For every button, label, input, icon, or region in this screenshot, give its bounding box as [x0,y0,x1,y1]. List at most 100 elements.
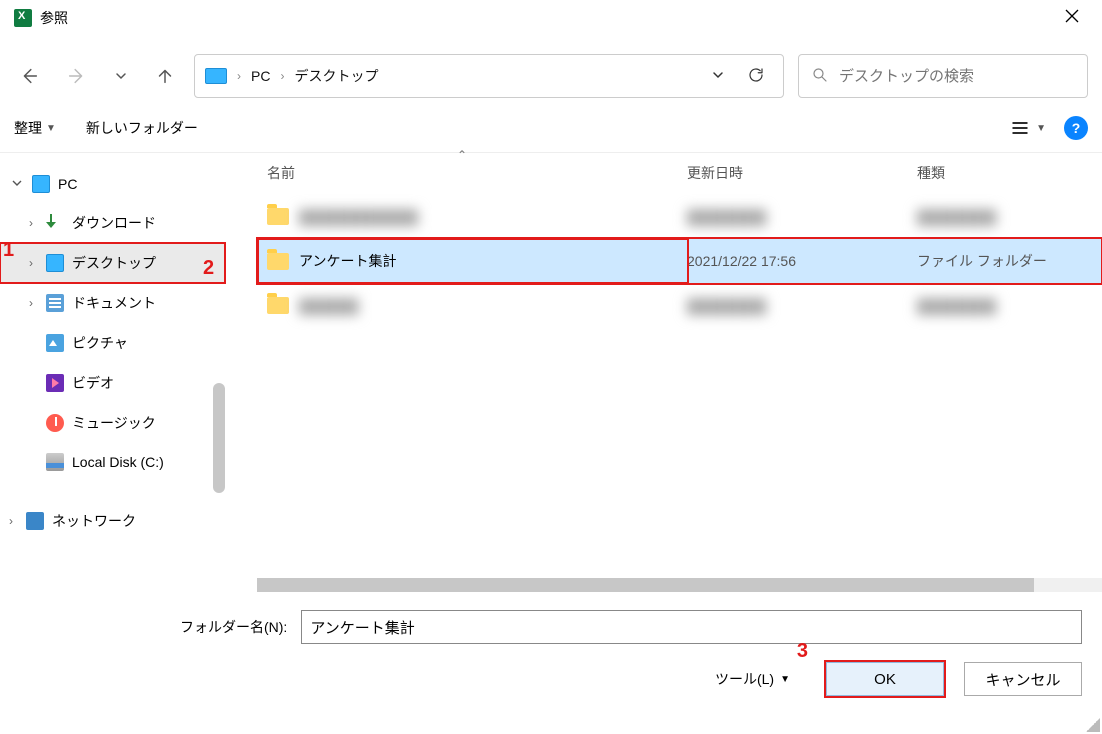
sidebar-item-label: ネットワーク [52,511,136,531]
sidebar-item-local-disk[interactable]: › Local Disk (C:) [0,443,225,481]
sidebar-item-desktop[interactable]: › デスクトップ [0,243,225,283]
column-header-type[interactable]: 種類 [917,163,1102,183]
tools-label: ツール(L) [715,669,774,689]
file-date: ████████ [687,298,917,314]
folder-icon [267,297,289,314]
chevron-down-icon: ▼ [780,674,790,685]
breadcrumb-sep-icon: › [280,69,284,83]
close-icon[interactable] [1056,4,1088,33]
sidebar-item-label: Local Disk (C:) [72,454,164,470]
ok-button[interactable]: OK [826,662,944,696]
annotation-3: 3 [797,640,808,663]
sidebar-item-videos[interactable]: › ビデオ [0,363,225,403]
footer: フォルダー名(N): 3 ツール(L) ▼ OK キャンセル [0,592,1102,706]
cancel-button[interactable]: キャンセル [964,662,1082,696]
nav-arrows [14,61,180,91]
file-type: ████████ [917,298,1102,314]
sidebar-item-label: ピクチャ [72,333,128,353]
search-box[interactable] [798,54,1088,98]
column-header-date[interactable]: 更新日時 [687,163,917,183]
file-type: ████████ [917,209,1102,225]
resize-grip-icon[interactable] [1086,718,1100,732]
address-bar[interactable]: › PC › デスクトップ [194,54,784,98]
sidebar-item-label: デスクトップ [72,253,156,273]
breadcrumb-sep-icon: › [237,69,241,83]
sidebar-item-label: ダウンロード [72,213,156,233]
title-bar: 参照 [0,0,1102,36]
organize-menu[interactable]: 整理 ▼ [14,118,56,138]
new-folder-label: 新しいフォルダー [86,118,198,138]
folder-name-input[interactable] [301,610,1082,644]
nav-recent-dropdown[interactable] [110,65,132,87]
sidebar-item-pictures[interactable]: › ピクチャ [0,323,225,363]
horizontal-scrollbar-thumb[interactable] [257,578,1034,592]
file-row-selected[interactable]: アンケート集計 2021/12/22 17:56 ファイル フォルダー [257,238,1102,284]
search-icon [811,66,829,87]
cancel-label: キャンセル [985,669,1060,690]
nav-row: › PC › デスクトップ [0,36,1102,108]
network-icon [26,512,44,530]
file-row-blurred[interactable]: ██████ ████████ ████████ [257,284,1102,327]
pc-icon [32,175,50,193]
sidebar-scrollbar[interactable] [213,383,225,493]
refresh-icon[interactable] [741,62,771,91]
main-area: PC › ダウンロード › デスクトップ › ドキュメント › ピクチャ › ビ… [0,152,1102,592]
file-date: ████████ [687,209,917,225]
file-name: アンケート集計 [299,251,396,271]
window-title: 参照 [40,8,68,28]
column-headers: ⌃ 名前 更新日時 種類 [257,153,1102,195]
file-row-blurred[interactable]: ████████████ ████████ ████████ [257,195,1102,238]
sidebar-item-label: ビデオ [72,373,114,393]
desktop-icon [46,254,64,272]
tools-menu[interactable]: ツール(L) ▼ [715,669,806,689]
pictures-icon [46,334,64,352]
sidebar-item-label: ミュージック [72,413,156,433]
help-icon[interactable]: ? [1064,116,1088,140]
folder-icon [267,208,289,225]
document-icon [46,294,64,312]
nav-up-button[interactable] [150,61,180,91]
sidebar-root-pc[interactable]: PC [0,165,225,203]
chevron-right-icon: › [24,296,38,310]
ok-label: OK [874,671,896,688]
nav-back-button[interactable] [14,61,44,91]
sidebar-item-downloads[interactable]: › ダウンロード [0,203,225,243]
file-type: ファイル フォルダー [917,251,1102,271]
command-bar: 整理 ▼ 新しいフォルダー ▼ ? [0,108,1102,152]
music-icon [46,414,64,432]
column-header-name[interactable]: 名前 [267,163,687,183]
sidebar: PC › ダウンロード › デスクトップ › ドキュメント › ピクチャ › ビ… [0,153,225,592]
sidebar-item-network[interactable]: › ネットワーク [0,501,225,541]
sidebar-item-music[interactable]: › ミュージック [0,403,225,443]
sidebar-item-documents[interactable]: › ドキュメント [0,283,225,323]
excel-icon [14,9,32,27]
chevron-down-icon [10,177,24,192]
pc-icon [205,68,227,84]
download-icon [46,214,64,232]
nav-forward-button[interactable] [62,61,92,91]
folder-name-label: フォルダー名(N): [180,617,287,637]
disk-icon [46,453,64,471]
breadcrumb-root[interactable]: PC [251,68,270,84]
chevron-right-icon: › [24,216,38,230]
file-name: ██████ [299,298,359,314]
horizontal-scrollbar-track[interactable] [257,578,1102,592]
chevron-right-icon: › [4,514,18,528]
address-dropdown-icon[interactable] [705,64,731,89]
folder-icon [267,253,289,270]
search-input[interactable] [839,68,1075,85]
breadcrumb-current[interactable]: デスクトップ [294,66,378,86]
title-left: 参照 [14,8,68,28]
sidebar-root-label: PC [58,176,77,192]
file-list: 1 2 ⌃ 名前 更新日時 種類 ████████████ ████████ █… [225,153,1102,592]
new-folder-button[interactable]: 新しいフォルダー [86,118,198,138]
videos-icon [46,374,64,392]
sidebar-item-label: ドキュメント [72,293,156,313]
chevron-down-icon: ▼ [46,123,56,134]
file-date: 2021/12/22 17:56 [687,253,917,269]
file-name: ████████████ [299,209,418,225]
sort-indicator-icon: ⌃ [457,148,467,162]
chevron-down-icon: ▼ [1036,123,1046,134]
view-options-button[interactable]: ▼ [1010,118,1046,138]
organize-label: 整理 [14,118,42,138]
